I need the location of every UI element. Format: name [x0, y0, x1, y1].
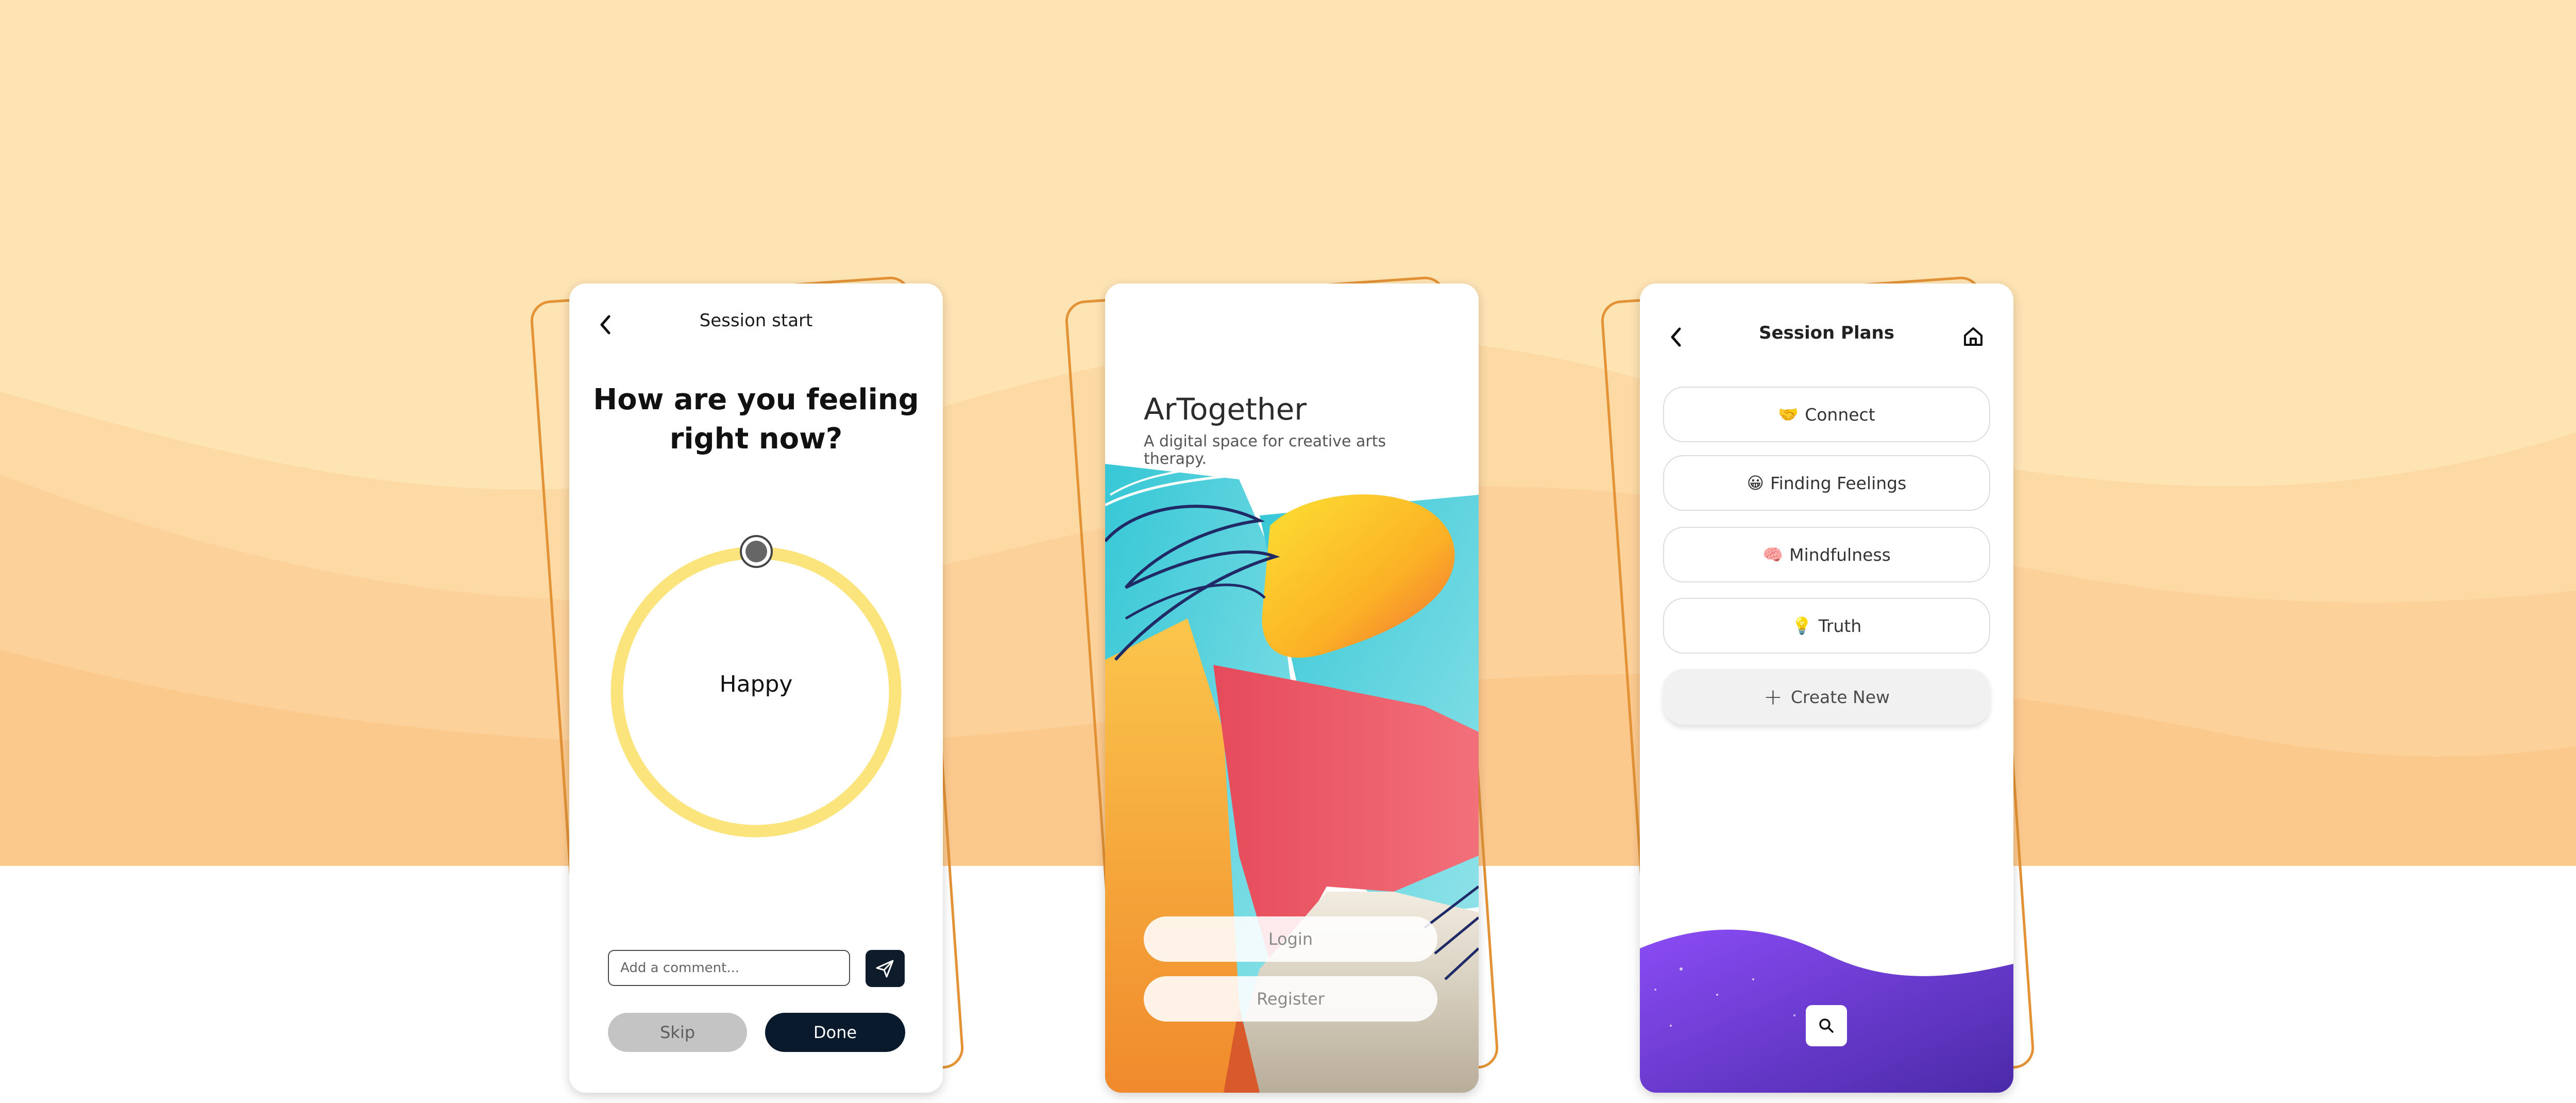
canvas: Session start How are you feeling right …: [0, 0, 2576, 1103]
login-button[interactable]: Login: [1144, 916, 1437, 962]
plan-label: Connect: [1805, 404, 1875, 425]
plus-icon: +: [1764, 683, 1783, 710]
plan-item-truth[interactable]: 💡 Truth: [1663, 598, 1990, 654]
smiley-icon: 😀: [1747, 473, 1765, 493]
lightbulb-icon: 💡: [1791, 616, 1812, 636]
session-start-screen: Session start How are you feeling right …: [569, 283, 943, 1093]
plan-label: Truth: [1818, 615, 1862, 636]
home-button[interactable]: [1960, 324, 1986, 349]
mood-question: How are you feeling right now?: [593, 383, 919, 456]
search-button[interactable]: [1806, 1005, 1847, 1046]
create-new-label: Create New: [1790, 687, 1890, 707]
screen-title: Session start: [699, 310, 813, 331]
mood-label: Happy: [719, 671, 793, 697]
dial-handle[interactable]: [738, 533, 774, 570]
comment-input[interactable]: [608, 950, 850, 986]
plan-item-finding-feelings[interactable]: 😀 Finding Feelings: [1663, 455, 1990, 511]
search-icon: [1819, 1018, 1834, 1033]
home-icon: [1964, 327, 1982, 346]
plan-item-mindfulness[interactable]: 🧠 Mindfulness: [1663, 527, 1990, 582]
brain-icon: 🧠: [1762, 545, 1784, 564]
screen-title: Session Plans: [1758, 323, 1895, 343]
app-tagline: A digital space for creative arts therap…: [1144, 432, 1386, 468]
plan-item-connect[interactable]: 🤝 Connect: [1663, 387, 1990, 442]
paper-plane-icon: [876, 960, 894, 978]
welcome-screen: ArTogether A digital space for creative …: [1105, 283, 1479, 1093]
done-button[interactable]: Done: [765, 1013, 905, 1052]
handshake-icon: 🤝: [1778, 405, 1799, 424]
send-button[interactable]: [866, 950, 905, 987]
skip-button[interactable]: Skip: [608, 1013, 747, 1052]
create-new-button[interactable]: + Create New: [1663, 669, 1990, 725]
plan-label: Mindfulness: [1789, 544, 1891, 565]
session-plans-screen: Session Plans 🤝 Connect 😀 Finding Feelin…: [1640, 283, 2013, 1093]
register-button[interactable]: Register: [1144, 976, 1437, 1022]
app-title: ArTogether: [1144, 392, 1307, 427]
plan-label: Finding Feelings: [1770, 473, 1907, 493]
